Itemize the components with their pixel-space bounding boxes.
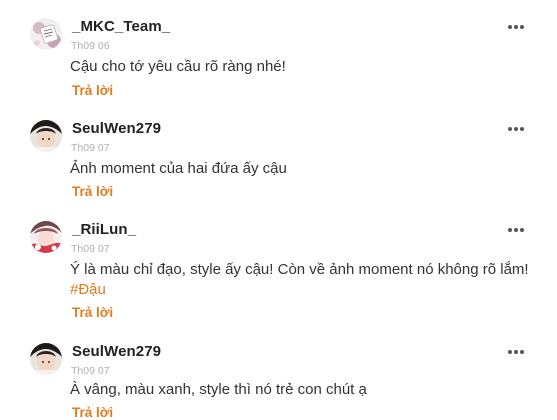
more-dots-icon[interactable] [508,349,524,355]
reply-button[interactable]: Trả lời [72,305,113,320]
avatar[interactable] [30,221,62,253]
comment-date: Th09 07 [71,365,110,377]
comment-date: Th09 07 [71,142,110,154]
comment-text: À vâng, màu xanh, style thì nó trẻ con c… [70,381,367,398]
username[interactable]: _MKC_Team_ [72,18,170,35]
comment-text: Ý là màu chỉ đạo, style ấy cậu! Còn về ả… [70,261,529,278]
comment-date: Th09 07 [71,243,110,255]
more-dots-icon[interactable] [508,24,524,30]
username[interactable]: _RiiLun_ [72,221,136,238]
reply-button[interactable]: Trả lời [72,83,113,98]
reply-button[interactable]: Trả lời [72,405,113,420]
username[interactable]: SeulWen279 [72,343,161,360]
avatar[interactable] [30,120,62,152]
reply-button[interactable]: Trả lời [72,184,113,199]
more-dots-icon[interactable] [508,126,524,132]
username[interactable]: SeulWen279 [72,120,161,137]
more-dots-icon[interactable] [508,227,524,233]
comment-text: Ảnh moment của hai đứa ấy cậu [70,160,287,177]
avatar[interactable] [30,18,62,50]
comment-date: Th09 06 [71,40,110,52]
comment-text: Cậu cho tớ yêu cầu rõ ràng nhé! [70,58,286,75]
hashtag-link[interactable]: #Đậu [70,281,106,298]
avatar[interactable] [30,343,62,375]
